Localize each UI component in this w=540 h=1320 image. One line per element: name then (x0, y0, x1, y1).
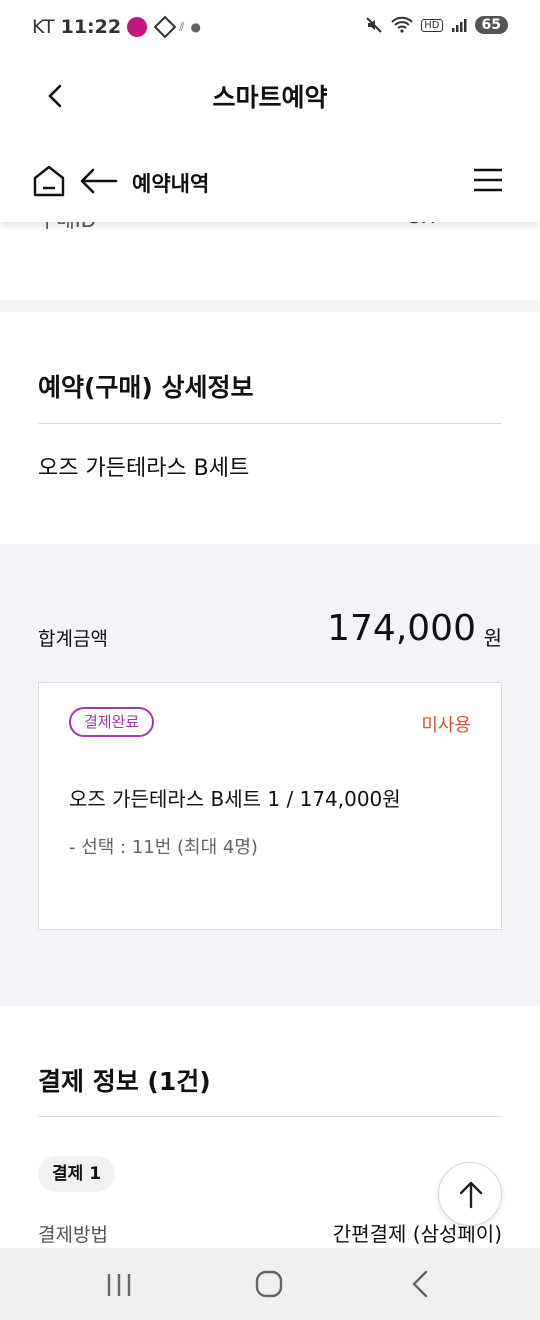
detail-divider (38, 423, 502, 424)
system-nav-bar (0, 1248, 540, 1320)
total-unit: 원 (483, 626, 502, 650)
wifi-icon (391, 16, 413, 33)
detail-section: 예약(구매) 상세정보 오즈 가든테라스 B세트 (0, 312, 540, 544)
hamburger-menu-icon[interactable] (472, 166, 504, 194)
payment-method-label: 결제방법 (38, 1224, 108, 1246)
app-notification-icon (127, 17, 148, 37)
purchase-id-value: SH (408, 222, 436, 228)
sub-navigation: 예약내역 (0, 140, 540, 222)
status-right: HD 65 (365, 16, 508, 34)
battery-icon: 65 (474, 16, 508, 34)
detail-item-name: 오즈 가든테라스 B세트 (38, 456, 250, 481)
app-header: 스마트예약 (0, 56, 540, 138)
scroll-to-top-button[interactable] (438, 1162, 502, 1226)
payment-heading: 결제 정보 (1건) (38, 1067, 211, 1096)
arrow-up-icon (459, 1181, 483, 1209)
more-dot-icon: ● (190, 20, 201, 34)
home-icon[interactable] (32, 164, 66, 198)
back-button-icon[interactable] (408, 1270, 432, 1298)
total-label: 합계금액 (38, 628, 108, 650)
arrow-left-icon[interactable] (80, 168, 118, 194)
page-title: 스마트예약 (212, 83, 328, 112)
home-button-icon[interactable] (255, 1270, 283, 1298)
hd-icon: HD (421, 18, 443, 32)
sync-icon: ⫽ (179, 19, 185, 34)
detail-heading: 예약(구매) 상세정보 (38, 373, 254, 402)
summary-section: 합계금액 174,000 원 결제완료 미사용 오즈 가든테라스 B세트 1 /… (0, 544, 540, 1006)
payment-chip: 결제 1 (38, 1156, 116, 1192)
package-icon (153, 15, 177, 39)
scroll-content[interactable]: 구매ID SH 예약(구매) 상세정보 오즈 가든테라스 B세트 합계금액 17… (0, 222, 540, 1248)
mute-icon (366, 17, 382, 33)
status-badge: 결제완료 (69, 707, 155, 737)
carrier-label: KT (32, 16, 55, 38)
status-left: KT 11:22 ⫽ ● (32, 15, 201, 39)
recent-apps-icon[interactable] (104, 1272, 134, 1298)
status-bar: KT 11:22 ⫽ ● HD 65 (0, 0, 540, 56)
order-card: 결제완료 미사용 오즈 가든테라스 B세트 1 / 174,000원 - 선택 … (38, 682, 502, 930)
option-line: - 선택 : 11번 (최대 4명) (69, 837, 258, 858)
subnav-title: 예약내역 (132, 172, 210, 196)
partial-info-section: 구매ID SH (0, 222, 540, 300)
order-line: 오즈 가든테라스 B세트 1 / 174,000원 (69, 787, 401, 811)
clock: 11:22 (60, 16, 122, 38)
total-amount: 174,000 (327, 608, 476, 649)
purchase-id-label: 구매ID (38, 222, 96, 233)
signal-icon (451, 19, 467, 32)
usage-status: 미사용 (421, 715, 471, 736)
payment-divider (38, 1116, 502, 1117)
